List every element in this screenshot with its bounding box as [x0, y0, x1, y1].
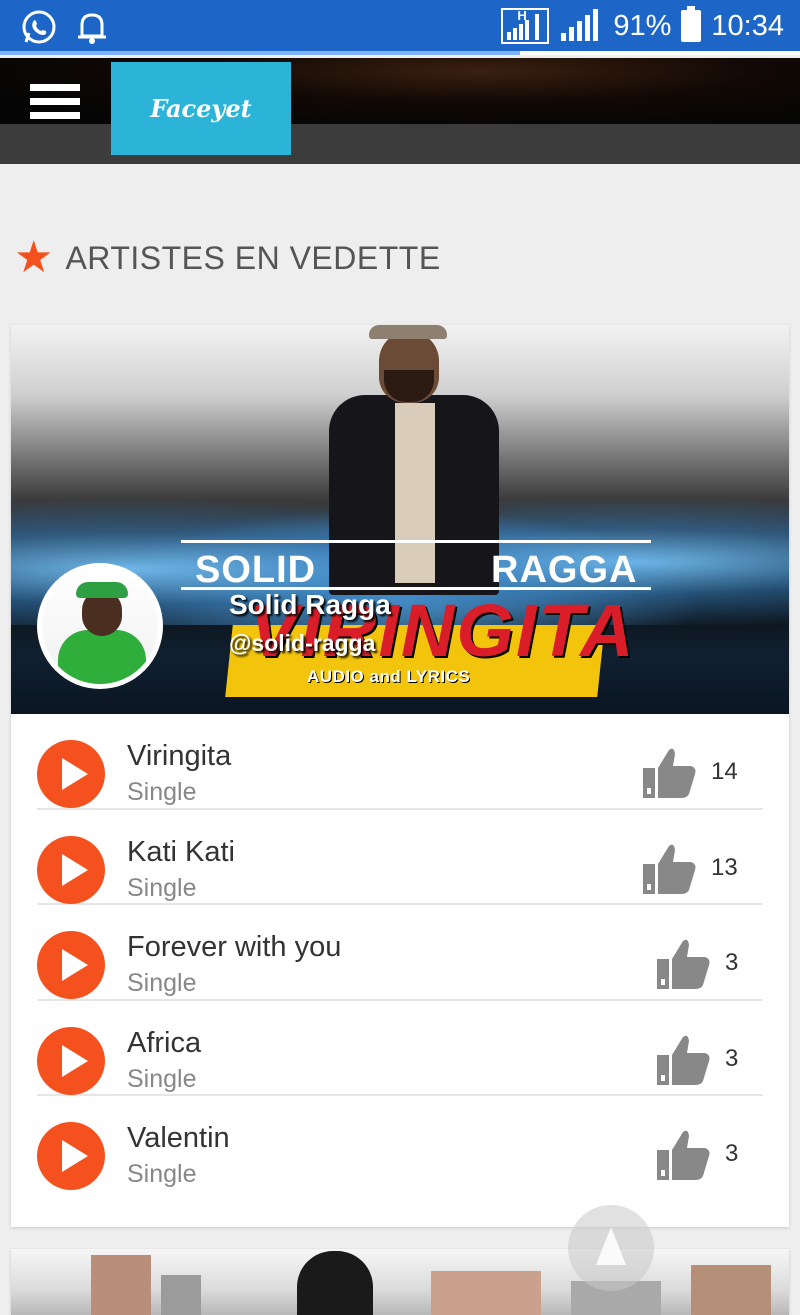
track-list: Viringita Single 14 Kati Kati Single 13 … [37, 714, 763, 1192]
thumbs-up-icon[interactable] [655, 1031, 711, 1087]
data-signal-icon: H [501, 8, 550, 44]
featured-artist-card: SOLID RAGGA VIRINGITA AUDIO and LYRICS S… [11, 325, 789, 1227]
thumbs-up-icon[interactable] [641, 840, 697, 896]
artist-banner[interactable]: SOLID RAGGA VIRINGITA AUDIO and LYRICS S… [11, 325, 789, 714]
track-type: Single [127, 873, 197, 902]
page-load-progress-track [520, 51, 800, 55]
track-title[interactable]: Valentin [127, 1122, 230, 1155]
list-item[interactable]: Forever with you Single 3 [37, 905, 763, 1001]
play-icon[interactable] [37, 931, 105, 999]
track-type: Single [127, 1160, 197, 1188]
hamburger-menu-icon[interactable] [30, 84, 80, 126]
track-title[interactable]: Viringita [127, 740, 231, 773]
list-item[interactable]: Kati Kati Single 13 [37, 810, 763, 905]
status-right-icons: H 91% 10:34 [501, 6, 784, 44]
track-title[interactable]: Forever with you [127, 931, 341, 964]
battery-percent: 91% [613, 9, 672, 42]
section-title: ARTISTES EN VEDETTE [65, 239, 441, 276]
thumbs-up-icon[interactable] [655, 935, 711, 991]
artist-name[interactable]: Solid Ragga [229, 589, 391, 621]
artist-handle[interactable]: @solid-ragga [229, 630, 375, 657]
scroll-top-arrow-icon[interactable] [568, 1205, 654, 1291]
status-left-icons [20, 8, 108, 46]
app-header: Faceyet [0, 58, 800, 164]
play-icon[interactable] [37, 835, 105, 904]
thumbs-up-icon[interactable] [641, 744, 697, 800]
like-count: 3 [725, 1140, 739, 1167]
avatar[interactable] [37, 563, 163, 689]
track-title[interactable]: Kati Kati [127, 836, 235, 869]
like-count: 3 [725, 1044, 739, 1072]
clock: 10:34 [711, 9, 784, 42]
track-type: Single [127, 969, 197, 997]
battery-icon [681, 6, 702, 42]
status-bar: H 91% 10:34 [0, 0, 800, 55]
banner-word-right: RAGGA [491, 549, 638, 591]
whatsapp-icon [22, 10, 56, 44]
page-load-progress [0, 51, 520, 55]
play-icon[interactable] [37, 740, 105, 808]
signal-icon [561, 9, 599, 41]
star-icon: ★ [14, 233, 54, 282]
list-item[interactable]: Viringita Single 14 [37, 714, 763, 810]
like-count: 14 [711, 758, 738, 785]
next-artist-banner [11, 1249, 789, 1315]
logo-text: Faceyet [150, 94, 252, 123]
list-item[interactable]: Africa Single 3 [37, 1001, 763, 1096]
track-type: Single [127, 1064, 197, 1093]
like-count: 3 [725, 949, 739, 976]
banner-word-left: SOLID [195, 549, 317, 591]
banner-tagline: AUDIO and LYRICS [307, 667, 471, 686]
notification-bell-icon [78, 13, 106, 44]
track-title[interactable]: Africa [127, 1027, 201, 1060]
thumbs-up-icon[interactable] [655, 1126, 711, 1182]
play-icon[interactable] [37, 1026, 105, 1095]
site-logo[interactable]: Faceyet [111, 62, 291, 155]
play-icon[interactable] [37, 1122, 105, 1190]
list-item[interactable]: Valentin Single 3 [37, 1096, 763, 1192]
next-artist-card[interactable] [11, 1249, 789, 1315]
section-header: ★ ARTISTES EN VEDETTE [14, 236, 441, 280]
track-type: Single [127, 778, 197, 806]
like-count: 13 [711, 853, 738, 881]
